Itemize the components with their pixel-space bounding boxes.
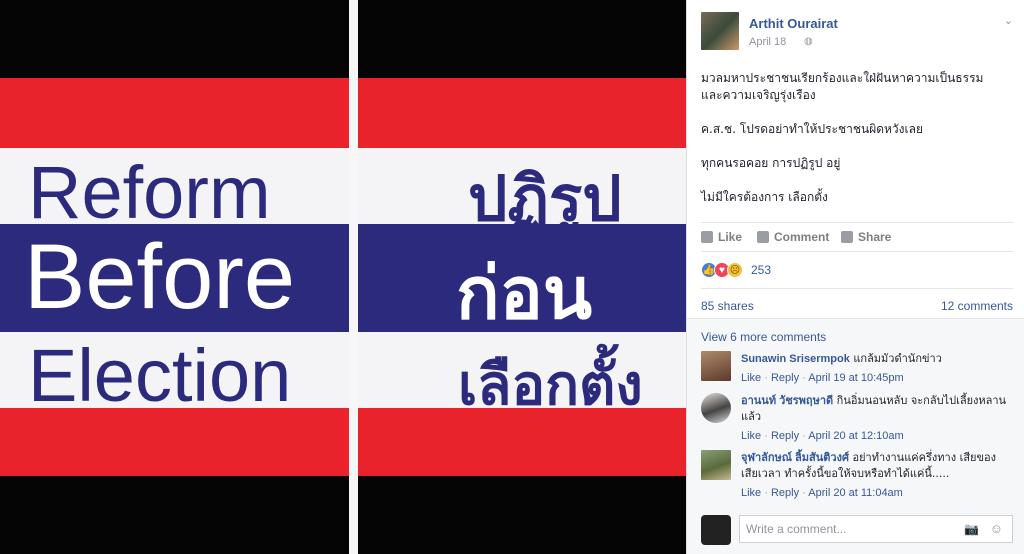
comment-meta: Like · Reply · April 19 at 10:45pm xyxy=(741,372,904,384)
camera-icon[interactable]: 📷 xyxy=(964,522,979,536)
comment-reply-link[interactable]: Reply xyxy=(771,372,799,384)
post-action-bar: Like Comment Share xyxy=(701,222,1013,252)
red-band xyxy=(0,408,349,476)
photo-text-election: Election xyxy=(28,334,292,417)
commenter-avatar[interactable] xyxy=(701,351,731,381)
view-more-comments-link[interactable]: View 6 more comments xyxy=(701,330,826,344)
comment-timestamp[interactable]: April 20 at 12:10am xyxy=(808,430,903,442)
comments-count-link[interactable]: 12 comments xyxy=(941,299,1013,313)
post-text-line: ค.ส.ช. โปรดอย่าทำให้ประชาชนผิดหวังเลย xyxy=(701,122,924,136)
photo-panel-english: Reform Before Election xyxy=(0,0,349,554)
sad-reaction-icon: ☹ xyxy=(727,262,743,278)
like-button[interactable]: Like xyxy=(701,230,742,244)
comment-body: อานนท์ วัชรพฤษาดี กินอิ่มนอนหลับ จะกลับไ… xyxy=(741,393,1011,424)
like-label: Like xyxy=(718,230,743,244)
post-text: มวลมหาประชาชนเรียกร้องและใฝ่ฝันหาความเป็… xyxy=(701,70,1011,206)
comment-timestamp[interactable]: April 19 at 10:45pm xyxy=(808,372,903,384)
red-band xyxy=(0,78,349,148)
share-button[interactable]: Share xyxy=(841,230,891,244)
comment-like-link[interactable]: Like xyxy=(741,487,761,499)
post-text-spacer xyxy=(701,172,1011,189)
commenter-avatar[interactable] xyxy=(701,393,731,423)
red-band xyxy=(358,78,686,148)
photo-panel-thai: ปฏิรูป ก่อน เลือกตั้ง xyxy=(358,0,686,554)
photo-text-reform: Reform xyxy=(28,151,271,234)
commenter-name[interactable]: Sunawin Srisermpok xyxy=(741,353,850,365)
photo-divider xyxy=(349,0,358,554)
current-user-avatar xyxy=(701,515,731,545)
post-text-line: และความเจริญรุ่งเรือง xyxy=(701,88,816,102)
shares-link[interactable]: 85 shares xyxy=(701,299,754,313)
black-band xyxy=(358,0,686,78)
commenter-avatar[interactable] xyxy=(701,450,731,480)
comment-label: Comment xyxy=(774,230,830,244)
black-band xyxy=(0,476,349,554)
post-photo[interactable]: Reform Before Election ปฏิรูป ก่อน เลือก… xyxy=(0,0,686,554)
black-band xyxy=(0,0,349,78)
comment-meta: Like · Reply · April 20 at 11:04am xyxy=(741,487,903,499)
thumbs-up-icon xyxy=(701,231,713,243)
comment-timestamp[interactable]: April 20 at 11:04am xyxy=(808,487,903,499)
post-text-line: ไม่มีใครต้องการ เลือกตั้ง xyxy=(701,190,828,204)
post-text-line: มวลมหาประชาชนเรียกร้องและใฝ่ฝันหาความเป็… xyxy=(701,71,984,85)
photo-text-thai-reform: ปฏิรูป xyxy=(468,162,622,235)
share-label: Share xyxy=(858,230,892,244)
author-name-link[interactable]: Arthit Ourairat xyxy=(749,16,838,31)
black-band xyxy=(358,476,686,554)
emoji-icon[interactable]: ☺ xyxy=(990,521,1003,536)
comment-reply-link[interactable]: Reply xyxy=(771,487,799,499)
comment-composer: 📷 ☺ xyxy=(701,515,1013,545)
commenter-name[interactable]: อานนท์ วัชรพฤษาดี xyxy=(741,395,833,407)
comments-section: View 6 more comments Sunawin Srisermpok … xyxy=(687,318,1024,554)
comment-like-link[interactable]: Like xyxy=(741,372,761,384)
post-text-line: ทุกคนรอคอย การปฏิรูป อยู่ xyxy=(701,156,841,170)
comment-body: Sunawin Srisermpok แกล้มมัวดำนักข่าว xyxy=(741,351,1011,367)
comment-meta: Like · Reply · April 20 at 12:10am xyxy=(741,430,904,442)
comment-text: แกล้มมัวดำนักข่าว xyxy=(853,352,942,365)
comment-like-link[interactable]: Like xyxy=(741,430,761,442)
photo-text-before: Before xyxy=(24,226,296,328)
post-text-spacer xyxy=(701,138,1011,155)
comment-body: จุฬาลักษณ์ ลิ้มสันติวงศ์ อย่าทำงานแค่ครึ… xyxy=(741,450,1011,481)
author-avatar[interactable] xyxy=(701,12,739,50)
chevron-down-icon[interactable]: ⌄ xyxy=(1004,14,1013,27)
post-text-spacer xyxy=(701,104,1011,121)
globe-icon: ◍ xyxy=(804,36,813,47)
commenter-name[interactable]: จุฬาลักษณ์ ลิ้มสันติวงศ์ xyxy=(741,452,849,464)
speech-bubble-icon xyxy=(757,231,769,243)
share-arrow-icon xyxy=(841,231,853,243)
photo-text-thai-before: ก่อน xyxy=(456,251,593,335)
reaction-count[interactable]: 253 xyxy=(751,263,771,277)
comment-button[interactable]: Comment xyxy=(757,230,829,244)
photo-text-thai-election: เลือกตั้ง xyxy=(458,353,643,418)
post-stats: 85 shares 12 comments xyxy=(701,288,1013,318)
post-timestamp[interactable]: April 18 xyxy=(749,36,786,48)
comment-reply-link[interactable]: Reply xyxy=(771,430,799,442)
post-sidebar: Arthit Ourairat April 18 ◍ ⌄ มวลมหาประชา… xyxy=(686,0,1024,554)
post-header: Arthit Ourairat April 18 ◍ ⌄ xyxy=(701,12,1013,54)
